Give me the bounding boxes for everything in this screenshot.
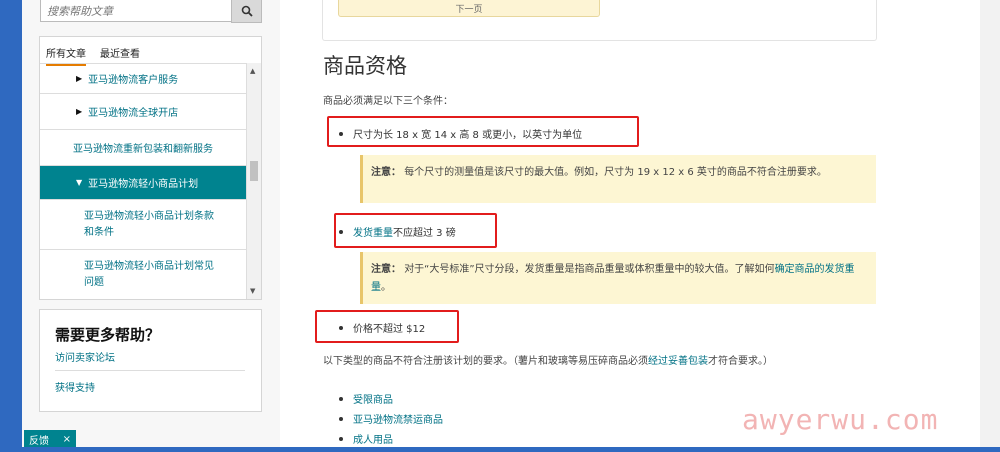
sidebar-item-small-light-faq[interactable]: 亚马逊物流轻小商品计划常见问题 (40, 250, 246, 300)
seller-forum-link[interactable]: 访问卖家论坛 (55, 349, 115, 364)
bullet-icon (339, 396, 343, 401)
watermark: awyerwu.com (742, 403, 939, 436)
scrollbar-thumb[interactable] (250, 161, 258, 181)
search-button[interactable] (231, 0, 262, 23)
sidebar-item-label: 亚马逊物流轻小商品计划条款和条件 (84, 210, 214, 238)
divider (55, 370, 245, 371)
sidebar-item-label: 亚马逊物流重新包装和翻新服务 (73, 144, 213, 155)
search-field[interactable] (40, 0, 233, 22)
intro-text: 商品必须满足以下三个条件： (323, 96, 453, 107)
ineligible-text-end: 才符合要求。） (708, 356, 773, 367)
feedback-tab[interactable]: 反馈 × (24, 430, 76, 448)
shipping-weight-link[interactable]: 发货重量 (353, 224, 393, 239)
sidebar-item-small-light-terms[interactable]: 亚马逊物流轻小商品计划条款和条件 (40, 200, 246, 250)
sidebar-item-fba-small-light[interactable]: ▼ 亚马逊物流轻小商品计划 (40, 166, 246, 200)
sidebar-item-label: 亚马逊物流客户服务 (88, 75, 179, 86)
bullet-text-weight: 不应超过 3 磅 (393, 228, 456, 239)
bullet-icon (339, 416, 343, 421)
sidebar-item-label: 亚马逊物流轻小商品计划常见问题 (84, 261, 214, 288)
bullet-icon (339, 131, 343, 136)
bullet-icon (339, 229, 343, 234)
ineligible-text: 以下类型的商品不符合注册该计划的要求。（薯片和玻璃等易压碎商品必须 (323, 356, 648, 367)
scroll-up-icon[interactable]: ▲ (250, 67, 255, 75)
list-item: 亚马逊物流禁运商品 (339, 411, 443, 426)
list-item: 发货重量 不应超过 3 磅 (339, 224, 456, 239)
triangle-down-icon: ▼ (76, 178, 83, 187)
nav-list: ▶ 亚马逊物流客户服务 ▶ 亚马逊物流全球开店 亚马逊物流重新包装和翻新服务 ▼… (40, 63, 246, 300)
sidebar-item-label: 亚马逊物流全球开店 (88, 108, 179, 119)
restricted-products-link[interactable]: 受限商品 (353, 391, 393, 406)
bullet-text-price: 价格不超过 $12 (353, 324, 426, 335)
list-item: 尺寸为长 18 x 宽 14 x 高 8 或更小，以英寸为单位 (339, 126, 582, 141)
fba-prohibited-products-link[interactable]: 亚马逊物流禁运商品 (353, 411, 443, 426)
get-support-link[interactable]: 获得支持 (55, 379, 95, 394)
sidebar-item-fba-repackaging[interactable]: 亚马逊物流重新包装和翻新服务 (40, 130, 246, 166)
bullet-icon (339, 325, 343, 330)
nav-scrollbar[interactable]: ▲ ▼ (246, 63, 261, 299)
bullet-text-size: 尺寸为长 18 x 宽 14 x 高 8 或更小，以英寸为单位 (353, 130, 583, 141)
feedback-label: 反馈 (29, 435, 49, 447)
triangle-right-icon: ▶ (76, 107, 83, 116)
triangle-right-icon: ▶ (76, 74, 83, 83)
list-item: 价格不超过 $12 (339, 320, 425, 335)
page-title: 商品资格 (323, 54, 407, 78)
sidebar-item-fba-global-selling[interactable]: ▶ 亚马逊物流全球开店 (40, 94, 246, 130)
window-left-edge (0, 0, 22, 452)
scroll-down-icon[interactable]: ▼ (250, 287, 255, 295)
next-page-button[interactable]: 下一页 (338, 0, 600, 17)
note-label: 注意： (371, 167, 401, 178)
nav-tabs: 所有文章 最近查看 (40, 37, 261, 66)
tab-recently-viewed[interactable]: 最近查看 (100, 45, 140, 60)
note-box: 注意： 对于“大号标准”尺寸分段，发货重量是指商品重量或体积重量中的较大值。了解… (360, 252, 876, 304)
help-panel: 需要更多帮助？ 访问卖家论坛 获得支持 (39, 309, 262, 412)
close-icon[interactable]: × (63, 434, 71, 445)
adult-products-link[interactable]: 成人用品 (353, 431, 393, 446)
sidebar-item-fba-customer-service[interactable]: ▶ 亚马逊物流客户服务 (40, 64, 246, 94)
list-item: 受限商品 (339, 391, 393, 406)
search-icon (241, 5, 253, 17)
note-text: 每个尺寸的测量值是该尺寸的最大值。例如，尺寸为 19 x 12 x 6 英寸的商… (404, 167, 827, 178)
bullet-icon (339, 436, 343, 441)
search-input[interactable] (41, 2, 233, 21)
ineligible-intro: 以下类型的商品不符合注册该计划的要求。（薯片和玻璃等易压碎商品必须经过妥善包装才… (323, 352, 773, 367)
sidebar-item-label: 亚马逊物流轻小商品计划 (88, 179, 199, 190)
help-title: 需要更多帮助？ (55, 326, 161, 344)
note-label: 注意： (371, 264, 401, 275)
proper-packaging-link[interactable]: 经过妥善包装 (648, 356, 708, 367)
note-text-end: 。 (381, 282, 391, 293)
note-text: 对于“大号标准”尺寸分段，发货重量是指商品重量或体积重量中的较大值。了解如何 (404, 264, 775, 275)
article-nav-panel: 所有文章 最近查看 ▶ 亚马逊物流客户服务 ▶ 亚马逊物流全球开店 亚马逊物流重… (39, 36, 262, 300)
page-right-margin (980, 0, 1000, 452)
list-item: 成人用品 (339, 431, 393, 446)
taskbar (0, 447, 1000, 452)
note-box: 注意： 每个尺寸的测量值是该尺寸的最大值。例如，尺寸为 19 x 12 x 6 … (360, 155, 876, 203)
